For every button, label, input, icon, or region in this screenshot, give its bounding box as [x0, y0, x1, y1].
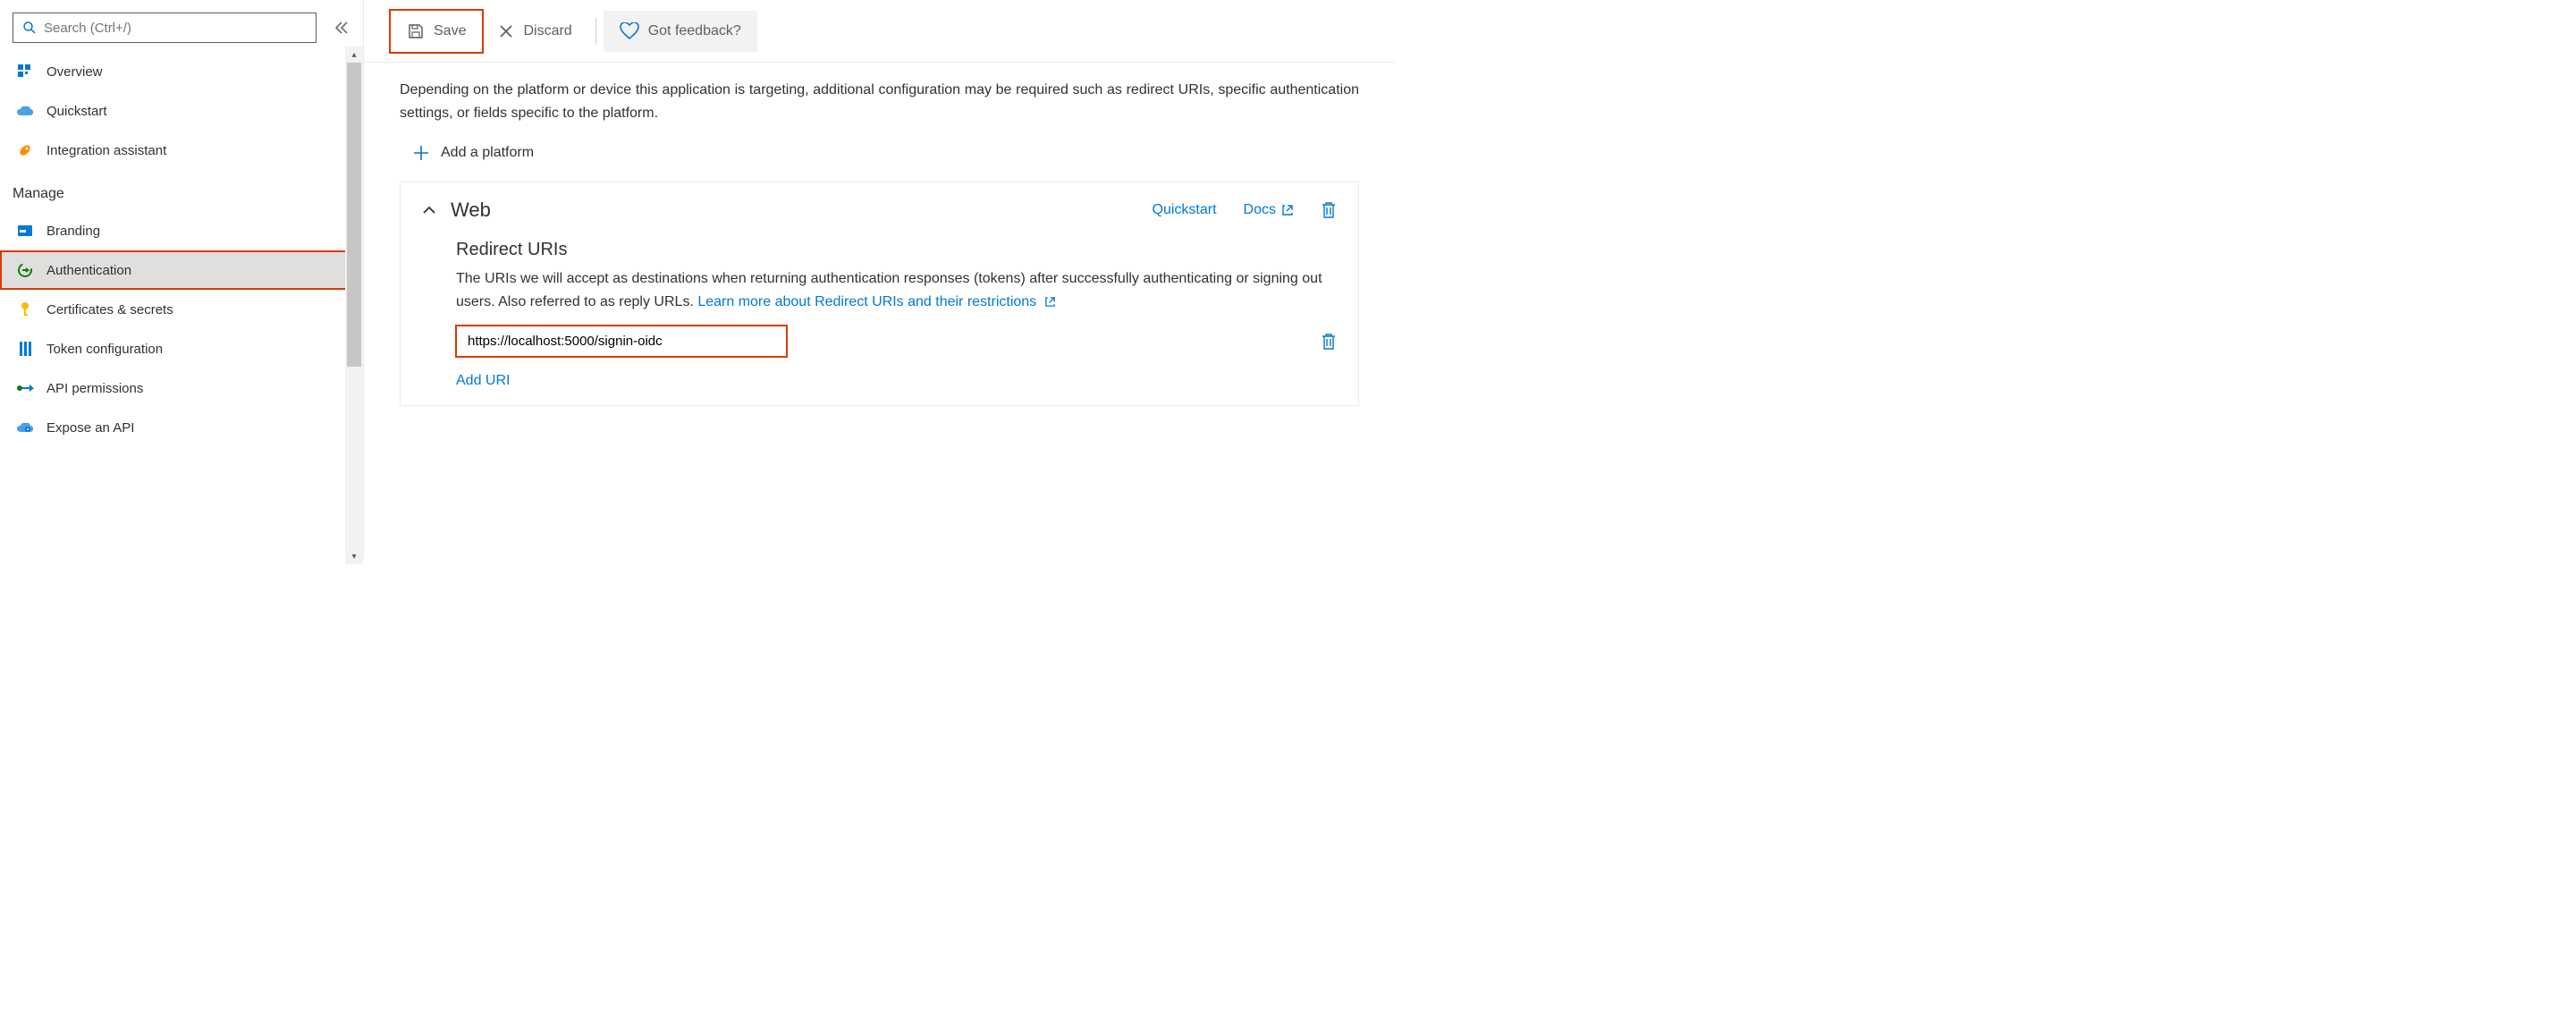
- token-icon: [16, 340, 34, 358]
- plus-icon: [412, 144, 430, 162]
- trash-icon: [1321, 333, 1337, 351]
- close-icon: [498, 23, 514, 39]
- scrollbar-thumb[interactable]: [347, 63, 361, 367]
- sidebar-item-api-permissions[interactable]: API permissions: [0, 368, 363, 408]
- trash-icon: [1321, 201, 1337, 219]
- learn-more-redirect-link[interactable]: Learn more about Redirect URIs and their…: [697, 294, 1055, 309]
- save-icon: [407, 22, 425, 40]
- sidebar-section-manage: Manage: [0, 170, 363, 211]
- search-icon: [22, 21, 37, 35]
- external-link-icon: [1281, 204, 1294, 216]
- sidebar-scrollbar[interactable]: ▴ ▾: [345, 63, 363, 548]
- sidebar-item-label: Certificates & secrets: [46, 302, 173, 317]
- external-link-icon: [1044, 296, 1056, 308]
- sidebar-item-label: Quickstart: [46, 104, 107, 119]
- feedback-label: Got feedback?: [648, 23, 741, 39]
- sidebar-item-authentication[interactable]: Authentication: [0, 250, 363, 290]
- authentication-icon: [16, 261, 34, 279]
- sidebar-item-overview[interactable]: Overview: [0, 52, 363, 91]
- docs-link[interactable]: Docs: [1244, 202, 1294, 218]
- redirect-uris-description: The URIs we will accept as destinations …: [456, 267, 1337, 313]
- heart-icon: [620, 22, 639, 40]
- search-box[interactable]: [13, 13, 317, 43]
- expose-api-icon: [16, 419, 34, 436]
- sidebar-item-label: Integration assistant: [46, 143, 166, 158]
- main-panel: Save Discard Got feedback? Depending on …: [363, 0, 1395, 559]
- delete-platform-button[interactable]: [1321, 201, 1337, 219]
- docs-label: Docs: [1244, 202, 1276, 218]
- discard-label: Discard: [523, 23, 571, 39]
- overview-icon: [16, 63, 34, 80]
- add-platform-label: Add a platform: [441, 145, 534, 161]
- sidebar-item-expose-api[interactable]: Expose an API: [0, 408, 363, 447]
- command-separator: [595, 18, 596, 45]
- key-icon: [16, 300, 34, 318]
- sidebar-item-label: Token configuration: [46, 342, 163, 357]
- command-bar: Save Discard Got feedback?: [364, 0, 1395, 63]
- redirect-uri-input[interactable]: [456, 326, 787, 357]
- save-label: Save: [434, 23, 466, 39]
- sidebar-item-integration-assistant[interactable]: Integration assistant: [0, 131, 363, 170]
- sidebar-item-certificates-secrets[interactable]: Certificates & secrets: [0, 290, 363, 329]
- collapse-sidebar-button[interactable]: [329, 15, 354, 40]
- quickstart-link[interactable]: Quickstart: [1153, 202, 1217, 218]
- chevron-up-icon[interactable]: [422, 206, 436, 215]
- cloud-icon: [16, 102, 34, 120]
- sidebar-item-label: API permissions: [46, 381, 143, 396]
- api-permissions-icon: [16, 379, 34, 397]
- redirect-uris-heading: Redirect URIs: [456, 240, 1337, 260]
- add-uri-button[interactable]: Add URI: [456, 373, 1337, 389]
- scroll-up-arrow[interactable]: ▴: [345, 47, 363, 63]
- sidebar-item-token-configuration[interactable]: Token configuration: [0, 329, 363, 368]
- sidebar-item-label: Branding: [46, 224, 100, 239]
- sidebar: Overview Quickstart Integration assistan…: [0, 0, 363, 559]
- sidebar-item-label: Authentication: [46, 263, 131, 278]
- sidebar-item-branding[interactable]: Branding: [0, 211, 363, 250]
- search-input[interactable]: [44, 21, 307, 36]
- platform-title: Web: [451, 199, 491, 222]
- scroll-down-arrow[interactable]: ▾: [345, 548, 363, 564]
- branding-icon: [16, 222, 34, 240]
- save-button[interactable]: Save: [391, 11, 482, 52]
- sidebar-item-quickstart[interactable]: Quickstart: [0, 91, 363, 131]
- platform-description: Depending on the platform or device this…: [400, 79, 1359, 124]
- delete-uri-button[interactable]: [1321, 333, 1337, 351]
- sidebar-item-label: Expose an API: [46, 420, 134, 436]
- discard-button[interactable]: Discard: [482, 11, 587, 52]
- rocket-icon: [16, 141, 34, 159]
- feedback-button[interactable]: Got feedback?: [604, 11, 757, 52]
- web-platform-card: Web Quickstart Docs Redirect URIs: [400, 182, 1359, 406]
- add-platform-button[interactable]: Add a platform: [412, 144, 1359, 162]
- sidebar-item-label: Overview: [46, 64, 103, 80]
